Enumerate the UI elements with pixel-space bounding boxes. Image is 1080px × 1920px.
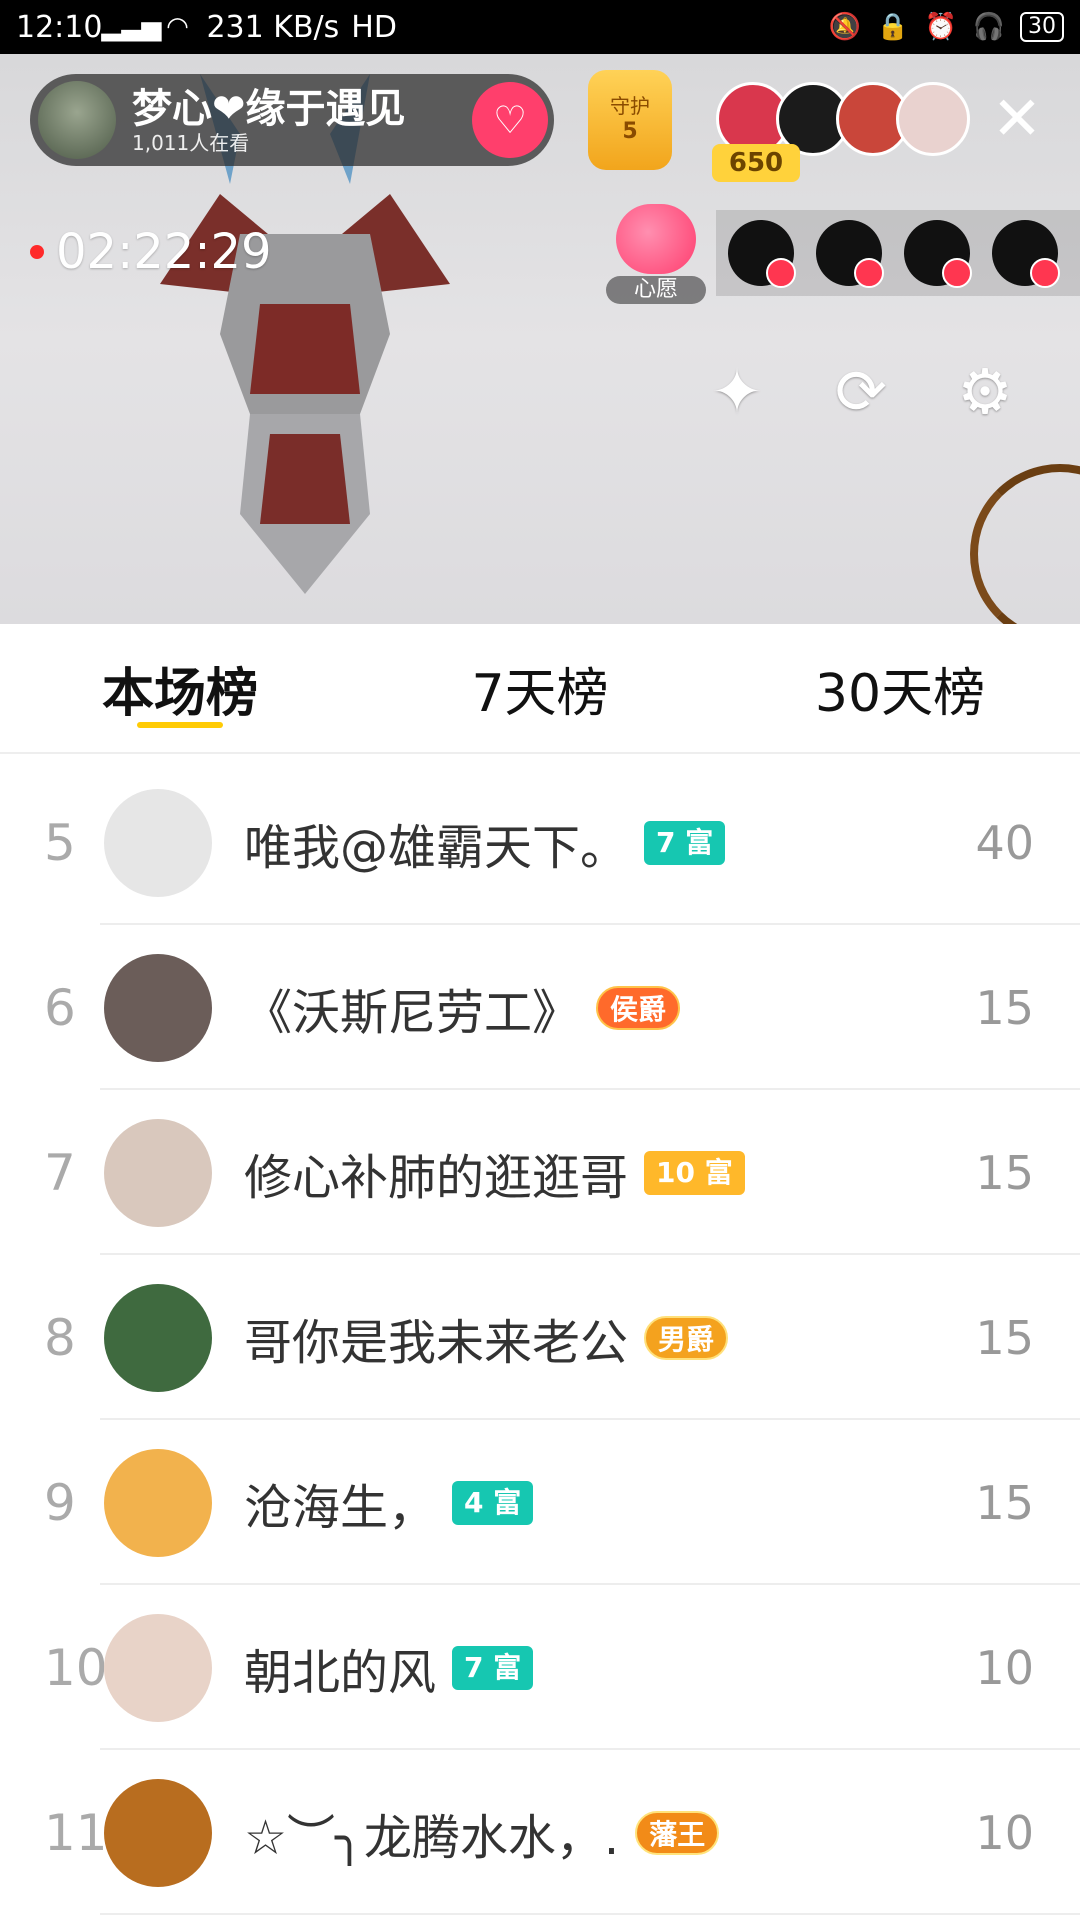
wealth-badge: 4 富: [452, 1480, 534, 1525]
user-name: 《沃斯尼劳工》: [244, 984, 581, 1041]
seat-avatar[interactable]: [992, 220, 1060, 288]
rank-number: 9: [44, 1473, 76, 1532]
alarm-icon: ⏰: [924, 12, 958, 42]
user-avatar[interactable]: [104, 788, 212, 897]
user-score: 15: [975, 980, 1034, 1035]
tab-30-days[interactable]: 30天榜: [720, 624, 1080, 752]
ranking-tabs: 本场榜 7天榜 30天榜: [0, 624, 1080, 754]
seat-icon: [854, 258, 884, 288]
viewer-avatar[interactable]: [896, 82, 970, 156]
guard-count: 5: [622, 119, 638, 144]
rank-number: 5: [44, 813, 76, 872]
mute-icon: 🔕: [828, 12, 862, 42]
follow-button[interactable]: ♡: [472, 82, 548, 158]
user-avatar[interactable]: [104, 1118, 212, 1227]
user-avatar[interactable]: [104, 1778, 212, 1887]
status-bar: 12:10 ▂▃▅ ◠ 231 KB/s HD 🔕 🔒 ⏰ 🎧 30: [0, 0, 1080, 54]
host-name: 梦心❤缘于遇见: [132, 86, 406, 132]
close-icon[interactable]: ✕: [990, 89, 1044, 149]
rank-number: 10: [44, 1638, 108, 1697]
list-item[interactable]: 9 沧海生， 4 富 15: [0, 1420, 1080, 1585]
host-info[interactable]: 梦心❤缘于遇见 1,011人在看 ♡: [30, 74, 554, 166]
tab-indicator: [137, 722, 223, 728]
seat-avatar[interactable]: [904, 220, 972, 288]
user-score: 15: [975, 1475, 1034, 1530]
user-avatar[interactable]: [104, 1448, 212, 1557]
user-avatar[interactable]: [104, 953, 212, 1062]
list-item[interactable]: 6 《沃斯尼劳工》 侯爵 15: [0, 925, 1080, 1090]
tab-label: 30天榜: [814, 663, 986, 724]
seat-icon: [766, 258, 796, 288]
mirror-decoration: [970, 464, 1080, 624]
rank-number: 8: [44, 1308, 76, 1367]
beauty-wand-icon[interactable]: ✦: [700, 354, 774, 428]
timer-text: 02:22:29: [56, 224, 272, 280]
list-item[interactable]: 10 朝北的风 7 富 10: [0, 1585, 1080, 1750]
tab-label: 本场榜: [101, 663, 258, 724]
user-score: 40: [975, 815, 1034, 870]
heart-icon: [616, 204, 696, 274]
user-score: 10: [975, 1640, 1034, 1695]
list-item[interactable]: 11 ☆︶╮龙腾水水，. 藩王 10: [0, 1750, 1080, 1915]
user-score: 15: [975, 1145, 1034, 1200]
wealth-badge: 10 富: [644, 1150, 745, 1195]
wealth-badge: 7 富: [452, 1645, 534, 1690]
user-name: 沧海生，: [244, 1479, 437, 1536]
user-score: 10: [975, 1805, 1034, 1860]
ranking-list: 5 唯我@雄霸天下。 7 富 40 6 《沃斯尼劳工》 侯爵 15 7 修心补肺…: [0, 760, 1080, 1915]
seat-avatar[interactable]: [728, 220, 796, 288]
wifi-icon: ◠: [166, 12, 189, 42]
noble-badge: 男爵: [644, 1315, 729, 1360]
seat-icon: [942, 258, 972, 288]
viewer-count: 650: [712, 144, 800, 182]
wealth-badge: 7 富: [644, 820, 726, 865]
mic-seats: [716, 210, 1080, 296]
guard-label: 守护: [610, 94, 650, 118]
user-name: 朝北的风: [244, 1644, 437, 1701]
tool-bar: ✦ ⟳ ⚙: [700, 354, 1022, 428]
user-avatar[interactable]: [104, 1283, 212, 1392]
user-name: 唯我@雄霸天下。: [244, 819, 629, 876]
user-name: 哥你是我未来老公: [244, 1314, 629, 1371]
host-avatar[interactable]: [38, 81, 116, 159]
list-item[interactable]: 5 唯我@雄霸天下。 7 富 40: [0, 760, 1080, 925]
network-speed: 231 KB/s: [206, 9, 340, 45]
list-item[interactable]: 8 哥你是我未来老公 男爵 15: [0, 1255, 1080, 1420]
headphones-icon: 🎧: [972, 12, 1006, 42]
live-timer: 02:22:29: [30, 224, 272, 280]
seat-avatar[interactable]: [816, 220, 884, 288]
noble-badge: 藩王: [635, 1810, 720, 1855]
rank-number: 7: [44, 1143, 76, 1202]
signal-icon: ▂▃▅: [101, 12, 162, 42]
rank-number: 6: [44, 978, 76, 1037]
guard-badge[interactable]: 守护 5: [588, 70, 672, 170]
wish-button[interactable]: 心愿: [606, 204, 706, 304]
wish-label: 心愿: [606, 276, 706, 304]
user-avatar[interactable]: [104, 1613, 212, 1722]
user-name: ☆︶╮龙腾水水，.: [244, 1809, 620, 1866]
user-score: 15: [975, 1310, 1034, 1365]
rank-number: 11: [44, 1803, 108, 1862]
battery-icon: 30: [1020, 12, 1064, 42]
hd-icon: HD: [351, 9, 397, 45]
seat-icon: [1030, 258, 1060, 288]
tab-this-session[interactable]: 本场榜: [0, 624, 360, 752]
settings-gear-icon[interactable]: ⚙: [948, 354, 1022, 428]
noble-badge: 侯爵: [596, 985, 681, 1030]
live-video[interactable]: 梦心❤缘于遇见 1,011人在看 ♡ 守护 5 650 ✕ 02:22:29 心…: [0, 54, 1080, 624]
switch-camera-icon[interactable]: ⟳: [824, 354, 898, 428]
lock-icon: 🔒: [876, 12, 910, 42]
recording-dot: [30, 245, 44, 259]
tab-7-days[interactable]: 7天榜: [360, 624, 720, 752]
host-viewer-text: 1,011人在看: [132, 131, 250, 155]
list-item[interactable]: 7 修心补肺的逛逛哥 10 富 15: [0, 1090, 1080, 1255]
user-name: 修心补肺的逛逛哥: [244, 1149, 629, 1206]
tab-label: 7天榜: [471, 663, 609, 724]
status-time: 12:10: [16, 9, 103, 45]
